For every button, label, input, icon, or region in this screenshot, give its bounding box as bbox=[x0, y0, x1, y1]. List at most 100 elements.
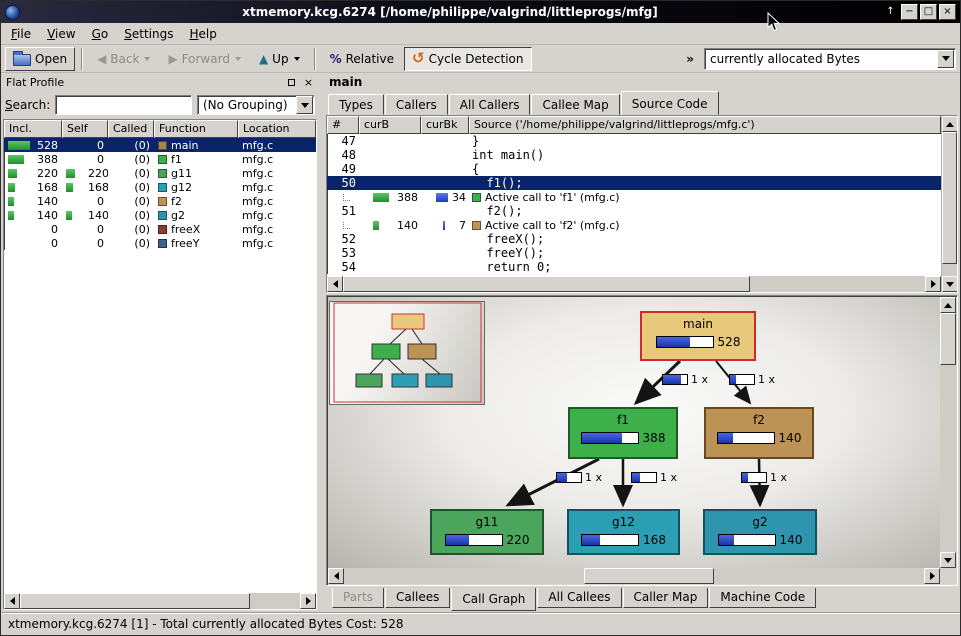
call-graph-canvas[interactable]: main 528 f1 388 f2 140 g11 220 g12 168 bbox=[328, 297, 940, 568]
menu-go[interactable]: Go bbox=[84, 24, 117, 44]
source-hscrollbar[interactable] bbox=[327, 276, 941, 292]
source-line[interactable]: 49{ bbox=[327, 162, 941, 176]
open-button[interactable]: Open bbox=[5, 47, 75, 71]
column-header-location[interactable]: Location bbox=[238, 120, 316, 138]
scroll-left-button[interactable] bbox=[4, 593, 20, 609]
event-type-combo[interactable]: currently allocated Bytes bbox=[704, 48, 956, 70]
source-line[interactable]: 48int main() bbox=[327, 148, 941, 162]
scroll-right-button[interactable] bbox=[300, 593, 316, 609]
tab-all-callees[interactable]: All Callees bbox=[537, 588, 621, 608]
up-dropdown-icon[interactable] bbox=[294, 57, 300, 61]
scrollbar-thumb[interactable] bbox=[343, 276, 750, 292]
scroll-down-button[interactable] bbox=[940, 552, 956, 568]
minimize-button[interactable]: − bbox=[901, 4, 918, 20]
menu-settings[interactable]: Settings bbox=[116, 24, 181, 44]
column-header-called[interactable]: Called bbox=[108, 120, 154, 138]
scrollbar-thumb[interactable] bbox=[584, 568, 714, 584]
scroll-left-button[interactable] bbox=[327, 276, 343, 292]
table-row-g2[interactable]: 140 140 (0) g2 mfg.c bbox=[4, 208, 316, 222]
source-call-line[interactable]: 388 34 Active call to 'f1' (mfg.c) bbox=[327, 190, 941, 204]
tab-callees[interactable]: Callees bbox=[385, 588, 450, 608]
grouping-combo[interactable]: (No Grouping) bbox=[197, 95, 315, 115]
source-line-selected[interactable]: 50 f1(); bbox=[327, 176, 941, 190]
back-button[interactable]: ◀ Back bbox=[89, 47, 158, 71]
source-line[interactable]: 54 return 0; bbox=[327, 260, 941, 274]
tab-parts[interactable]: Parts bbox=[332, 588, 384, 608]
tab-callers[interactable]: Callers bbox=[385, 94, 448, 115]
close-button[interactable]: × bbox=[939, 4, 956, 20]
source-vscrollbar[interactable] bbox=[941, 116, 957, 292]
graph-vscrollbar[interactable] bbox=[940, 297, 956, 568]
source-line[interactable]: 53 freeY(); bbox=[327, 246, 941, 260]
table-row-g12[interactable]: 168 168 (0) g12 mfg.c bbox=[4, 180, 316, 194]
source-line[interactable]: 52 freeX(); bbox=[327, 232, 941, 246]
shade-button[interactable]: ↑ bbox=[882, 4, 899, 20]
table-row-f1[interactable]: 388 0 (0) f1 mfg.c bbox=[4, 152, 316, 166]
scrollbar-thumb[interactable] bbox=[20, 593, 250, 609]
table-row-freeX[interactable]: 0 0 (0) freeX mfg.c bbox=[4, 222, 316, 236]
grouping-combo-dropdown[interactable] bbox=[296, 96, 313, 114]
scrollbar-track[interactable] bbox=[940, 313, 956, 552]
scrollbar-thumb[interactable] bbox=[940, 313, 956, 365]
toolbar-overflow-chevron[interactable]: » bbox=[682, 52, 698, 66]
event-type-combo-dropdown[interactable] bbox=[937, 50, 954, 68]
column-header-function[interactable]: Function bbox=[154, 120, 238, 138]
column-header-source[interactable]: Source ('/home/philippe/valgrind/littlep… bbox=[469, 116, 941, 134]
up-button[interactable]: ▲ Up bbox=[251, 47, 308, 71]
table-row-main[interactable]: 528 0 (0) main mfg.c bbox=[4, 138, 316, 152]
scrollbar-track[interactable] bbox=[344, 568, 924, 584]
graph-overview-map[interactable] bbox=[329, 301, 485, 405]
table-row-f2[interactable]: 140 0 (0) f2 mfg.c bbox=[4, 194, 316, 208]
graph-hscrollbar[interactable] bbox=[328, 568, 940, 584]
flat-profile-hscrollbar[interactable] bbox=[4, 593, 316, 609]
tab-machine-code[interactable]: Machine Code bbox=[709, 588, 816, 608]
maximize-button[interactable]: □ bbox=[920, 4, 937, 20]
dock-close-button[interactable]: × bbox=[301, 75, 316, 89]
window-titlebar[interactable]: xtmemory.kcg.6274 [/home/philippe/valgri… bbox=[1, 1, 960, 23]
forward-button[interactable]: ▶ Forward bbox=[160, 47, 249, 71]
source-line[interactable]: 51 f2(); bbox=[327, 204, 941, 218]
forward-dropdown-icon[interactable] bbox=[235, 57, 241, 61]
column-header-self[interactable]: Self bbox=[62, 120, 108, 138]
scroll-up-button[interactable] bbox=[942, 116, 958, 132]
dock-float-button[interactable] bbox=[284, 75, 299, 89]
search-input[interactable] bbox=[55, 95, 192, 115]
tab-callee-map[interactable]: Callee Map bbox=[531, 94, 619, 115]
scrollbar-track[interactable] bbox=[20, 593, 300, 609]
graph-node-g2[interactable]: g2 140 bbox=[703, 509, 817, 555]
tab-call-graph[interactable]: Call Graph bbox=[451, 588, 536, 611]
source-call-line[interactable]: 140 7 Active call to 'f2' (mfg.c) bbox=[327, 218, 941, 232]
scrollbar-track[interactable] bbox=[343, 276, 925, 292]
column-header-curbk[interactable]: curBk bbox=[421, 116, 469, 134]
column-header-line[interactable]: # bbox=[327, 116, 359, 134]
scroll-right-button[interactable] bbox=[925, 276, 941, 292]
scroll-down-button[interactable] bbox=[942, 276, 958, 292]
app-icon[interactable] bbox=[5, 5, 20, 20]
scroll-right-button[interactable] bbox=[924, 568, 940, 584]
dock-header[interactable]: Flat Profile × bbox=[1, 73, 319, 91]
back-dropdown-icon[interactable] bbox=[144, 57, 150, 61]
scrollbar-track[interactable] bbox=[942, 132, 957, 276]
menu-file[interactable]: File bbox=[3, 24, 39, 44]
source-line[interactable]: 47} bbox=[327, 134, 941, 148]
tab-source-code[interactable]: Source Code bbox=[621, 91, 719, 115]
relative-toggle-button[interactable]: % Relative bbox=[322, 47, 402, 71]
graph-node-f1[interactable]: f1 388 bbox=[568, 407, 678, 459]
graph-node-g12[interactable]: g12 168 bbox=[567, 509, 680, 555]
column-header-curb[interactable]: curB bbox=[359, 116, 421, 134]
graph-node-f2[interactable]: f2 140 bbox=[704, 407, 814, 459]
tab-types[interactable]: Types bbox=[328, 94, 384, 115]
tab-caller-map[interactable]: Caller Map bbox=[623, 588, 709, 608]
table-row-g11[interactable]: 220 220 (0) g11 mfg.c bbox=[4, 166, 316, 180]
column-header-incl[interactable]: Incl. bbox=[4, 120, 62, 138]
graph-node-main[interactable]: main 528 bbox=[640, 311, 756, 361]
tab-all-callers[interactable]: All Callers bbox=[449, 94, 531, 115]
menu-help[interactable]: Help bbox=[181, 24, 224, 44]
graph-node-g11[interactable]: g11 220 bbox=[430, 509, 544, 555]
menu-view[interactable]: View bbox=[39, 24, 83, 44]
scroll-up-button[interactable] bbox=[940, 297, 956, 313]
cycle-detection-toggle-button[interactable]: ↺ Cycle Detection bbox=[404, 47, 531, 71]
scrollbar-thumb[interactable] bbox=[942, 132, 957, 264]
table-row-freeY[interactable]: 0 0 (0) freeY mfg.c bbox=[4, 236, 316, 250]
scroll-left-button[interactable] bbox=[328, 568, 344, 584]
